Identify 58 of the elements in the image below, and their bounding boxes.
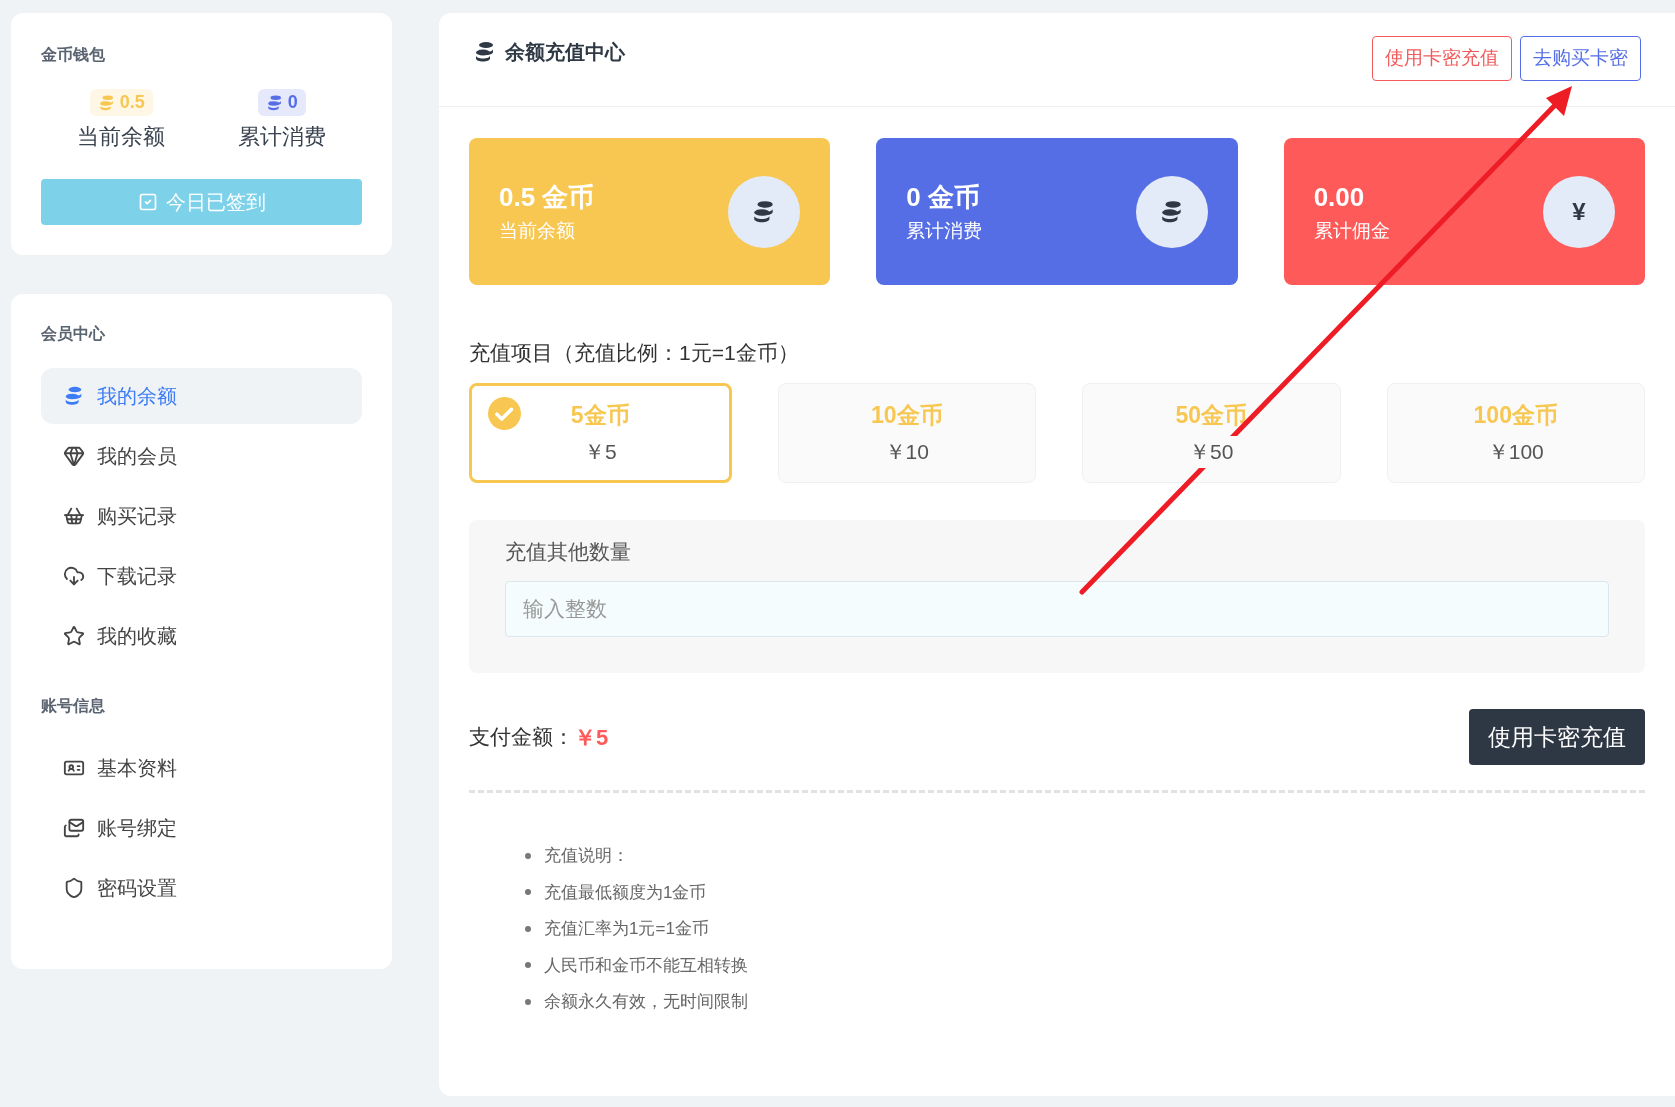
pay-label: 支付金额： [469,724,574,751]
note-text: 充值最低额度为1金币 [544,881,707,904]
stat-value: 0 金币 [906,180,981,214]
bullet-icon [525,852,531,859]
note-text: 人民币和金币不能互相转换 [544,954,748,977]
section-title: 账号信息 [41,696,106,716]
check-circle-icon [488,396,521,430]
options-title: 充值项目（充值比例：1元=1金币） [469,340,800,366]
checkbox-icon [137,192,158,212]
stat-label: 当前余额 [77,123,166,151]
sidebar-item[interactable]: 我的收藏 [41,608,362,664]
stat-label: 累计消费 [237,123,326,151]
header-button[interactable]: 去购买卡密 [1520,36,1641,81]
bullet-icon [525,962,531,969]
sidebar-item[interactable]: 购买记录 [41,488,362,544]
stat-label: 累计消费 [906,218,983,243]
submit-button[interactable]: 使用卡密充值 [1469,709,1645,765]
recharge-option[interactable]: 5金币 ￥5 [469,382,732,483]
page-title: 余额充值中心 [505,40,625,65]
menu-icon [63,445,85,467]
sidebar-item[interactable]: 基本资料 [41,740,362,796]
sidebar-item[interactable]: 密码设置 [41,860,362,916]
note-text: 充值说明： [544,845,629,867]
amount-input[interactable]: 输入整数 [505,581,1609,637]
sidebar-item[interactable]: 下载记录 [41,548,362,604]
menu-icon [63,877,85,899]
option-coins: 50金币 [1175,400,1248,430]
coins-icon [97,93,116,112]
stat-value: 0.5 金币 [499,180,595,214]
coin-badge: 0.5 [89,89,153,116]
note-text: 充值汇率为1元=1金币 [544,918,709,940]
sidebar-item[interactable]: 账号绑定 [41,800,362,856]
sidebar-item[interactable]: 我的余额 [41,368,362,424]
note-text: 余额永久有效，无时间限制 [544,991,748,1013]
menu-icon [63,817,85,839]
option-coins: 5金币 [570,400,630,430]
recharge-option[interactable]: 50金币 ￥50 [1082,382,1341,483]
menu-icon [63,565,85,587]
menu-icon [63,625,85,647]
sidebar-item[interactable]: 我的会员 [41,428,362,484]
option-coins: 100金币 [1473,400,1558,430]
section-title: 会员中心 [41,324,106,344]
recharge-option[interactable]: 10金币 ￥10 [777,382,1036,483]
stat-label: 当前余额 [499,218,576,243]
bullet-icon [525,889,531,896]
stat-label: 累计佣金 [1313,218,1390,243]
stat-value: 0.00 [1313,180,1366,214]
wallet-title: 金币钱包 [41,45,106,65]
coin-badge: 0 [257,89,306,116]
yen-symbol: ¥ [1572,196,1586,227]
option-coins: 10金币 [870,400,943,430]
custom-amount-label: 充值其他数量 [505,538,632,565]
coins-icon [265,93,284,112]
bullet-icon [525,925,531,932]
menu-icon [63,505,85,527]
recharge-option[interactable]: 100金币 ￥100 [1386,382,1645,483]
bullet-icon [525,998,531,1005]
pay-amount: ￥5 [574,723,609,752]
